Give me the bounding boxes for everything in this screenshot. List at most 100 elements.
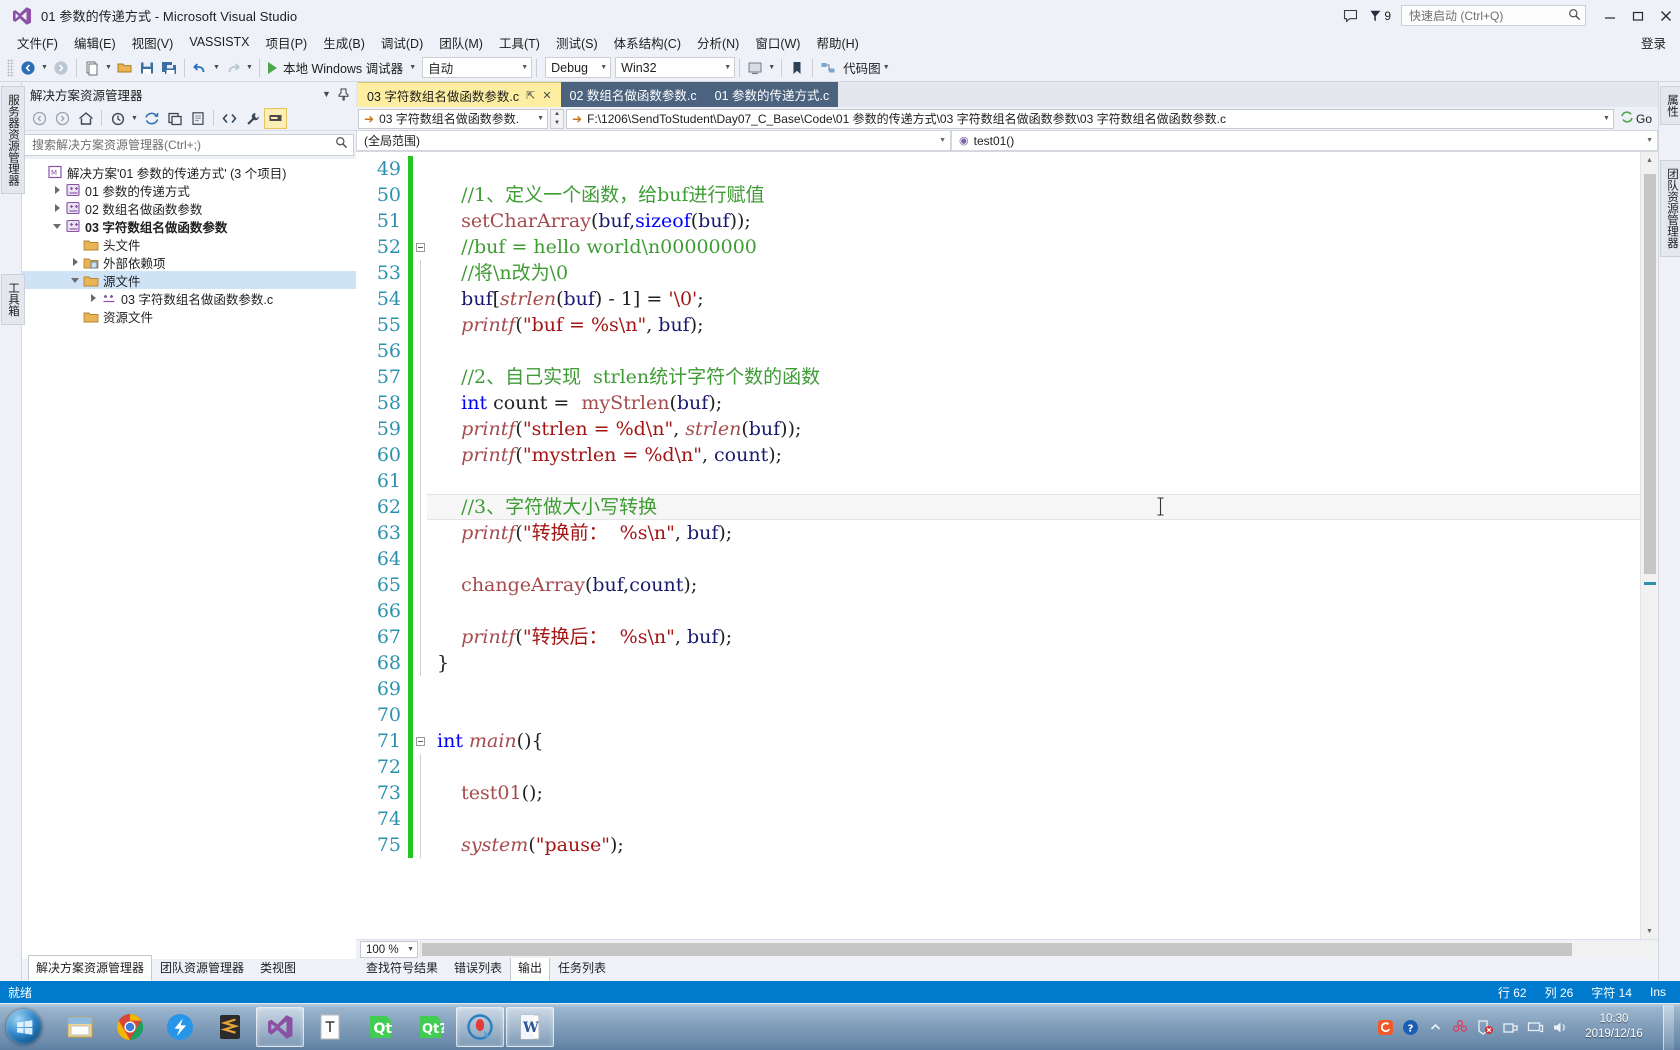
document-tab-active[interactable]: 03 字符数组名做函数参数.c ⇱ ✕ [358, 82, 561, 107]
open-file-icon[interactable] [114, 57, 136, 79]
properties-icon[interactable] [241, 108, 264, 129]
code-line[interactable] [427, 546, 1640, 572]
solution-explorer-search[interactable] [24, 134, 354, 156]
code-line[interactable]: printf("buf = %s\n", buf); [427, 312, 1640, 338]
tab-class-view[interactable]: 类视图 [252, 955, 304, 981]
tree-item[interactable]: 03 字符数组名做函数参数 [22, 217, 356, 235]
code-line[interactable]: printf("转换前： %s\n", buf); [427, 520, 1640, 546]
code-line[interactable]: //将\n改为\0 [427, 260, 1640, 286]
code-line[interactable]: //1、定义一个函数，给buf进行赋值 [427, 182, 1640, 208]
start-button[interactable] [2, 1007, 46, 1048]
tree-item[interactable]: 02 数组名做函数参数 [22, 199, 356, 217]
new-project-dropdown-icon[interactable]: ▼ [103, 57, 114, 79]
code-line[interactable]: printf("mystrlen = %d\n", count); [427, 442, 1640, 468]
pin-icon[interactable]: ⇱ [526, 89, 535, 102]
taskbar-visual-studio[interactable] [256, 1007, 304, 1047]
code-line[interactable] [427, 754, 1640, 780]
rail-tab-toolbox[interactable]: 工具箱 [1, 274, 25, 325]
home-icon[interactable] [74, 108, 97, 129]
show-desktop-button[interactable] [1663, 1004, 1674, 1050]
code-line[interactable] [427, 156, 1640, 182]
chevron-down-icon[interactable] [68, 277, 82, 283]
code-surface[interactable]: 49 50 51 52 53 54 55 56 57 58 59 60 61 62 63 64 65 66 67 68… [356, 152, 1640, 939]
code-line[interactable]: printf("转换后： %s\n", buf); [427, 624, 1640, 650]
chevron-down-icon[interactable]: ▼ [318, 85, 335, 103]
code-line[interactable]: int count = myStrlen(buf); [427, 390, 1640, 416]
document-tab-01[interactable]: 01 参数的传递方式.c [705, 82, 839, 107]
fold-toggle[interactable] [413, 728, 427, 754]
document-tab-02[interactable]: 02 数组名做函数参数.c [560, 82, 706, 107]
undo-dropdown-icon[interactable]: ▼ [211, 57, 222, 79]
code-line[interactable] [427, 468, 1640, 494]
menu-file[interactable]: 文件(F) [9, 30, 66, 56]
code-line[interactable]: //2、自己实现 strlen统计字符个数的函数 [427, 364, 1640, 390]
chevron-down-icon[interactable] [50, 223, 64, 229]
taskbar-sublime[interactable] [206, 1007, 254, 1047]
sign-in-link[interactable]: 登录 [1641, 33, 1666, 52]
tree-item[interactable]: 03 字符数组名做函数参数.c [22, 289, 356, 307]
code-line[interactable] [427, 806, 1640, 832]
taskbar-qt-creator[interactable]: Qt [356, 1007, 404, 1047]
menu-edit[interactable]: 编辑(E) [66, 30, 124, 56]
refresh-icon[interactable] [140, 108, 163, 129]
pending-changes-icon[interactable] [106, 108, 129, 129]
scroll-down-icon[interactable]: ▼ [1641, 923, 1658, 939]
taskbar-screen-recorder[interactable] [456, 1007, 504, 1047]
code-line[interactable]: printf("strlen = %d\n", strlen(buf)); [427, 416, 1640, 442]
navigate-back-dropdown-icon[interactable]: ▼ [39, 57, 50, 79]
code-line[interactable]: } [427, 650, 1640, 676]
save-all-icon[interactable] [158, 57, 180, 79]
chevron-down-icon[interactable]: ▼ [554, 120, 560, 126]
close-icon[interactable]: ✕ [542, 89, 551, 102]
code-map-dropdown-icon[interactable]: ▼ [881, 57, 892, 79]
code-map-icon[interactable] [817, 57, 839, 79]
redo-icon[interactable] [222, 57, 244, 79]
attach-process-icon[interactable] [744, 57, 766, 79]
solution-platform-combo[interactable]: Win32 ▼ [615, 57, 736, 78]
code-line[interactable]: system("pause"); [427, 832, 1640, 858]
start-debugging-dropdown-icon[interactable]: ▼ [407, 57, 418, 79]
usb-eject-icon[interactable] [1501, 1018, 1519, 1036]
navigate-forward-icon[interactable] [50, 57, 72, 79]
preview-selected-items-icon[interactable] [264, 107, 287, 129]
fold-toggle[interactable] [413, 234, 427, 260]
code-line[interactable] [427, 338, 1640, 364]
menu-vassistx[interactable]: VASSISTX [181, 32, 257, 53]
quick-launch-box[interactable] [1401, 5, 1586, 26]
taskbar-clock[interactable]: 10:30 2019/12/16 [1576, 1012, 1652, 1042]
taskbar-file-explorer[interactable] [56, 1007, 104, 1047]
attach-dropdown-icon[interactable]: ▼ [766, 57, 777, 79]
code-line[interactable] [427, 598, 1640, 624]
show-all-files-icon[interactable] [186, 108, 209, 129]
taskbar-word[interactable]: W [506, 1007, 554, 1047]
editor-vertical-scrollbar[interactable]: ▲ ▼ [1640, 152, 1658, 939]
quick-launch-input[interactable] [1409, 8, 1568, 23]
scope-combo-global[interactable]: (全局范围) ▼ [356, 130, 951, 151]
view-code-icon[interactable] [218, 108, 241, 129]
scope-combo-member[interactable]: ◉ test01() ▼ [951, 130, 1658, 151]
tab-solution-explorer[interactable]: 解决方案资源管理器 [28, 955, 153, 981]
solution-configuration-combo[interactable]: Debug ▼ [545, 57, 612, 78]
tree-item[interactable]: 头文件 [22, 235, 356, 253]
rail-tab-team-explorer[interactable]: 团队资源管理器 [1660, 160, 1680, 257]
tree-item[interactable]: 外部依赖项 [22, 253, 356, 271]
menu-analyze[interactable]: 分析(N) [689, 30, 747, 56]
tree-item[interactable]: M 解决方案'01 参数的传递方式' (3 个项目) [22, 163, 356, 181]
scrollbar-thumb[interactable] [1644, 174, 1656, 574]
chevron-right-icon[interactable] [50, 204, 64, 212]
tab-task-list[interactable]: 任务列表 [550, 955, 614, 981]
taskbar-thunder[interactable] [156, 1007, 204, 1047]
bookmark-icon[interactable] [786, 57, 808, 79]
code-line[interactable]: //3、字符做大小写转换 [427, 494, 1640, 520]
code-line[interactable] [427, 702, 1640, 728]
menu-team[interactable]: 团队(M) [431, 30, 491, 56]
close-button[interactable] [1652, 3, 1680, 29]
menu-help[interactable]: 帮助(H) [808, 30, 866, 56]
chevron-up-icon[interactable]: ▲ [554, 111, 560, 117]
tab-output[interactable]: 输出 [510, 955, 551, 981]
network-icon[interactable] [1526, 1018, 1544, 1036]
navigate-path-combo[interactable]: ➜ F:\1206\SendToStudent\Day07_C_Base\Cod… [566, 108, 1614, 129]
menu-tools[interactable]: 工具(T) [491, 30, 548, 56]
menu-debug[interactable]: 调试(D) [373, 30, 431, 56]
pin-icon[interactable] [335, 85, 352, 103]
